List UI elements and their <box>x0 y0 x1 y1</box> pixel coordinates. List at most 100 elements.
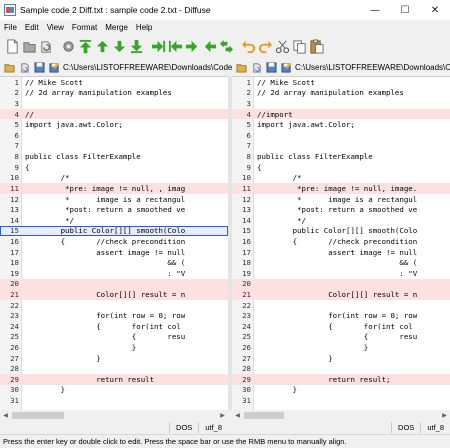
code-line[interactable]: 31 <box>0 395 228 406</box>
reload-file-icon[interactable] <box>18 61 30 73</box>
copy-icon[interactable] <box>291 36 308 56</box>
code-line[interactable]: 29 return result; <box>232 374 450 385</box>
minimize-button[interactable]: — <box>360 0 390 20</box>
line-text[interactable]: *pre: image != null, image. <box>254 184 417 193</box>
line-text[interactable]: } <box>254 385 297 394</box>
code-line[interactable]: 18 && ( <box>232 257 450 268</box>
code-line[interactable]: 12 * image is a rectangul <box>232 194 450 205</box>
line-text[interactable]: // 2d array manipulation examples <box>254 88 404 97</box>
code-line[interactable]: 4//import <box>232 108 450 120</box>
first-difference-icon[interactable] <box>77 36 94 56</box>
maximize-button[interactable]: ☐ <box>390 0 420 20</box>
menu-edit[interactable]: Edit <box>21 23 43 32</box>
line-text[interactable]: */ <box>22 216 74 225</box>
line-text[interactable]: /* <box>22 173 70 182</box>
code-line[interactable]: 9{ <box>232 162 450 173</box>
code-line[interactable]: 28 <box>0 363 228 374</box>
code-line[interactable]: 8 public class FilterExample <box>0 151 228 162</box>
line-text[interactable]: { resu <box>22 332 185 341</box>
line-text[interactable]: Color[][] result = n <box>22 290 185 299</box>
paste-icon[interactable] <box>308 36 325 56</box>
copy-right-to-left-icon[interactable] <box>167 36 184 56</box>
undo-icon[interactable] <box>240 36 257 56</box>
code-line[interactable]: 15 public Color[][] smooth(Colo <box>232 226 450 237</box>
right-pane[interactable]: 1// Mike Scott 2// 2d array manipulation … <box>232 76 450 410</box>
line-text[interactable]: * image is a rectangul <box>254 195 417 204</box>
right-horizontal-scrollbar[interactable]: ◀ ▶ <box>232 410 450 421</box>
left-pane[interactable]: 1// Mike Scott 2// 2d array manipulation … <box>0 76 228 410</box>
code-line[interactable]: 26 } <box>232 342 450 353</box>
code-line[interactable]: 5 import java.awt.Color; <box>232 119 450 130</box>
open-file-icon[interactable] <box>3 61 15 73</box>
line-text[interactable]: import java.awt.Color; <box>254 120 355 129</box>
line-text[interactable]: * image is a rectangul <box>22 195 185 204</box>
line-text[interactable]: return result; <box>254 375 390 384</box>
previous-difference-icon[interactable] <box>94 36 111 56</box>
line-text[interactable]: assert image != null <box>254 248 417 257</box>
code-line[interactable]: 17 assert image != null <box>232 247 450 258</box>
code-line[interactable]: 30 } <box>0 385 228 396</box>
new-icon[interactable] <box>4 36 21 56</box>
line-text[interactable]: return result <box>22 375 154 384</box>
line-text[interactable]: *post: return a smoothed ve <box>254 205 417 214</box>
redo-icon[interactable] <box>257 36 274 56</box>
code-line[interactable]: 31 <box>232 395 450 406</box>
settings-icon[interactable] <box>60 36 77 56</box>
code-line[interactable]: 10 /* <box>232 172 450 183</box>
code-line[interactable]: 21 Color[][] result = n <box>0 289 228 300</box>
code-line[interactable]: 30 } <box>232 385 450 396</box>
code-line[interactable]: 4// <box>0 108 228 120</box>
line-text[interactable]: for(int row = 0; row <box>22 311 185 320</box>
right-code-lines[interactable]: 1// Mike Scott 2// 2d array manipulation … <box>232 77 450 406</box>
code-line[interactable]: 2// 2d array manipulation examples <box>0 88 228 99</box>
code-line[interactable]: 14 */ <box>0 215 228 226</box>
code-line[interactable]: 19 : "V <box>232 268 450 279</box>
code-line[interactable]: 24 { for(int col <box>232 321 450 332</box>
line-text[interactable]: { <box>22 163 29 172</box>
save-as-icon[interactable] <box>280 61 292 73</box>
code-line[interactable]: 20 <box>232 278 450 290</box>
left-code-lines[interactable]: 1// Mike Scott 2// 2d array manipulation … <box>0 77 228 406</box>
scroll-thumb[interactable] <box>244 412 284 419</box>
line-text[interactable]: { //check precondition <box>22 237 186 246</box>
save-file-icon[interactable] <box>33 61 45 73</box>
code-line[interactable]: 19 : "V <box>0 268 228 279</box>
save-file-icon[interactable] <box>265 61 277 73</box>
line-text[interactable]: assert image != null <box>22 248 185 257</box>
line-text[interactable]: public class FilterExample <box>22 152 141 161</box>
code-line[interactable]: 29 return result <box>0 374 228 385</box>
last-difference-icon[interactable] <box>128 36 145 56</box>
code-line[interactable]: 16 { //check precondition <box>0 236 228 247</box>
line-text[interactable]: /* <box>254 173 302 182</box>
line-text[interactable]: public Color[][] smooth(Colo <box>22 226 186 235</box>
code-line[interactable]: 26 } <box>0 342 228 353</box>
line-text[interactable]: { for(int col <box>22 322 181 331</box>
line-text[interactable]: // 2d array manipulation examples <box>22 88 172 97</box>
merge-left-icon[interactable] <box>184 36 201 56</box>
line-text[interactable]: { resu <box>254 332 417 341</box>
menu-format[interactable]: Format <box>68 23 101 32</box>
code-line[interactable]: 3 <box>232 98 450 109</box>
code-line[interactable]: 23 for(int row = 0; row <box>0 310 228 321</box>
scroll-left-arrow-icon[interactable]: ◀ <box>0 410 11 421</box>
code-line[interactable]: 10 /* <box>0 172 228 183</box>
menu-file[interactable]: File <box>0 23 21 32</box>
merge-both-icon[interactable] <box>218 36 235 56</box>
line-text[interactable]: public Color[][] smooth(Colo <box>254 226 418 235</box>
code-line[interactable]: 1// Mike Scott <box>232 77 450 88</box>
code-line[interactable]: 5 import java.awt.Color; <box>0 119 228 130</box>
menu-merge[interactable]: Merge <box>101 23 132 32</box>
line-text[interactable]: { //check precondition <box>254 237 418 246</box>
reload-icon[interactable] <box>38 36 55 56</box>
line-text[interactable]: // Mike Scott <box>22 78 83 87</box>
line-text[interactable]: // Mike Scott <box>254 78 315 87</box>
code-line[interactable]: 11 *pre: image != null, , imag <box>0 183 228 194</box>
open-icon[interactable] <box>21 36 38 56</box>
code-line[interactable]: 3 <box>0 98 228 109</box>
code-line[interactable]: 28 <box>232 363 450 374</box>
code-line[interactable]: 23 for(int row = 0; row <box>232 310 450 321</box>
code-line[interactable]: 2// 2d array manipulation examples <box>232 88 450 99</box>
line-text[interactable]: { <box>254 163 261 172</box>
scroll-right-arrow-icon[interactable]: ▶ <box>439 410 450 421</box>
code-line[interactable]: 11 *pre: image != null, image. <box>232 183 450 194</box>
